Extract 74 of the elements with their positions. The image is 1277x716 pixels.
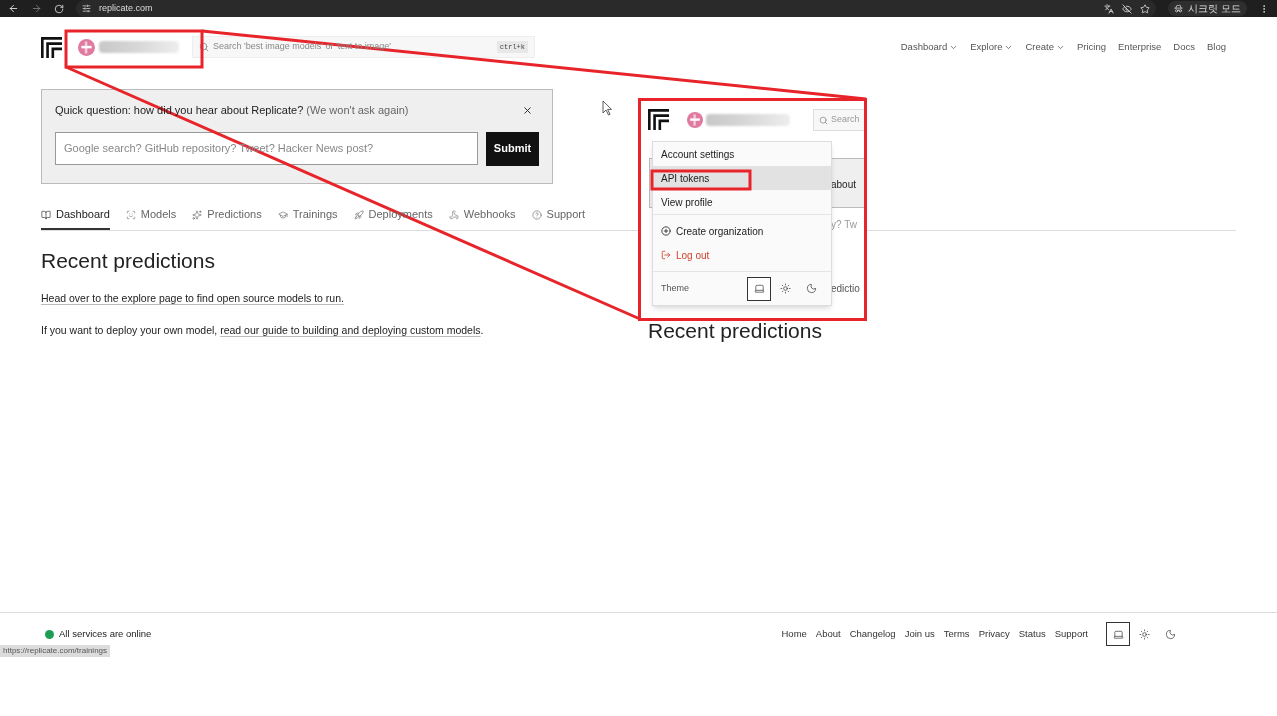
explore-link[interactable]: Head over to the explore page to find open source models to run. <box>41 292 344 304</box>
logout-icon <box>661 250 671 260</box>
sun-icon <box>779 283 791 294</box>
search-icon <box>199 42 209 52</box>
nav-link[interactable]: Blog <box>1207 39 1226 55</box>
footer-link[interactable]: Status <box>1018 626 1046 642</box>
translate-icon[interactable] <box>1104 3 1114 14</box>
incognito-icon <box>1174 4 1183 13</box>
sun-icon <box>1138 628 1150 640</box>
inset-heading: Recent predictions <box>648 318 822 344</box>
help-icon <box>531 209 542 220</box>
menu-item[interactable]: Account settings <box>653 142 831 166</box>
background-text: about <box>831 178 857 192</box>
webhook-icon <box>448 209 459 220</box>
site-settings-icon[interactable] <box>82 4 91 13</box>
scan-icon <box>125 209 136 220</box>
close-icon <box>522 104 533 116</box>
close-button[interactable] <box>522 104 533 116</box>
theme-button[interactable] <box>1106 622 1130 646</box>
nav-link[interactable]: Pricing <box>1076 39 1106 55</box>
nav-link[interactable]: Create <box>1025 39 1065 55</box>
page-heading: Recent predictions <box>41 248 215 274</box>
moon-icon <box>805 283 817 294</box>
sparkle-icon <box>192 209 203 220</box>
nav-tab[interactable]: Dashboard <box>41 201 110 230</box>
status-text: All services are online <box>59 626 152 641</box>
plus-circle-icon <box>661 226 671 236</box>
footer-link[interactable]: Changelog <box>849 626 896 642</box>
url-text: replicate.com <box>99 1 153 15</box>
nav-tab[interactable]: Webhooks <box>448 201 516 230</box>
laptop-icon <box>753 283 765 294</box>
submit-button[interactable]: Submit <box>486 131 539 166</box>
nav-tab[interactable]: Models <box>125 201 177 230</box>
star-icon[interactable] <box>1140 3 1150 14</box>
footer-link[interactable]: Join us <box>904 626 935 642</box>
nav-link[interactable]: Enterprise <box>1118 39 1162 55</box>
footer-link[interactable]: Privacy <box>978 626 1010 642</box>
laptop-icon <box>1112 628 1124 640</box>
footer-link[interactable]: Home <box>781 626 807 642</box>
rocket-icon <box>353 209 364 220</box>
avatar-icon[interactable] <box>687 112 703 128</box>
footer-link[interactable]: Terms <box>943 626 970 642</box>
nav-tab[interactable]: Trainings <box>277 201 338 230</box>
theme-button[interactable] <box>747 276 771 301</box>
book-icon <box>41 209 51 220</box>
forward-icon[interactable] <box>31 3 42 14</box>
eye-off-icon[interactable] <box>1122 3 1132 14</box>
nav-link[interactable]: Dashboard <box>900 39 959 55</box>
guide-link[interactable]: read our guide to building and deploying custom models <box>220 324 481 336</box>
menu-item[interactable]: Create organization <box>653 219 831 243</box>
reload-icon[interactable] <box>54 3 64 14</box>
nav-link[interactable]: Docs <box>1173 39 1195 55</box>
avatar-icon[interactable] <box>78 38 95 56</box>
nav-link[interactable]: Explore <box>970 39 1014 55</box>
footer-link[interactable]: About <box>815 626 841 642</box>
nav-tab[interactable]: Predictions <box>192 201 262 230</box>
theme-label: Theme <box>661 281 689 295</box>
menu-item[interactable]: Log out <box>653 243 831 267</box>
search-placeholder: Search <box>831 113 860 127</box>
graduation-cap-icon <box>277 209 288 220</box>
profile-chip[interactable]: 시크릿 모드 <box>1168 1 1247 16</box>
background-text: edictio <box>831 282 860 296</box>
status-url-tooltip: https://replicate.com/trainings <box>0 645 111 657</box>
deploy-text: If you want to deploy your own model, read our guide to building and deploying custom models. <box>41 323 484 338</box>
footer-link[interactable]: Support <box>1054 626 1088 642</box>
cursor-icon <box>602 100 612 116</box>
logo-icon[interactable] <box>41 36 62 58</box>
logo-icon[interactable] <box>648 109 669 130</box>
address-bar[interactable]: replicate.com <box>76 0 1156 17</box>
search-icon <box>819 115 828 125</box>
menu-item[interactable]: View profile <box>653 190 831 214</box>
moon-icon <box>1164 628 1176 640</box>
back-icon[interactable] <box>8 3 19 14</box>
nav-tab[interactable]: Support <box>531 201 586 230</box>
